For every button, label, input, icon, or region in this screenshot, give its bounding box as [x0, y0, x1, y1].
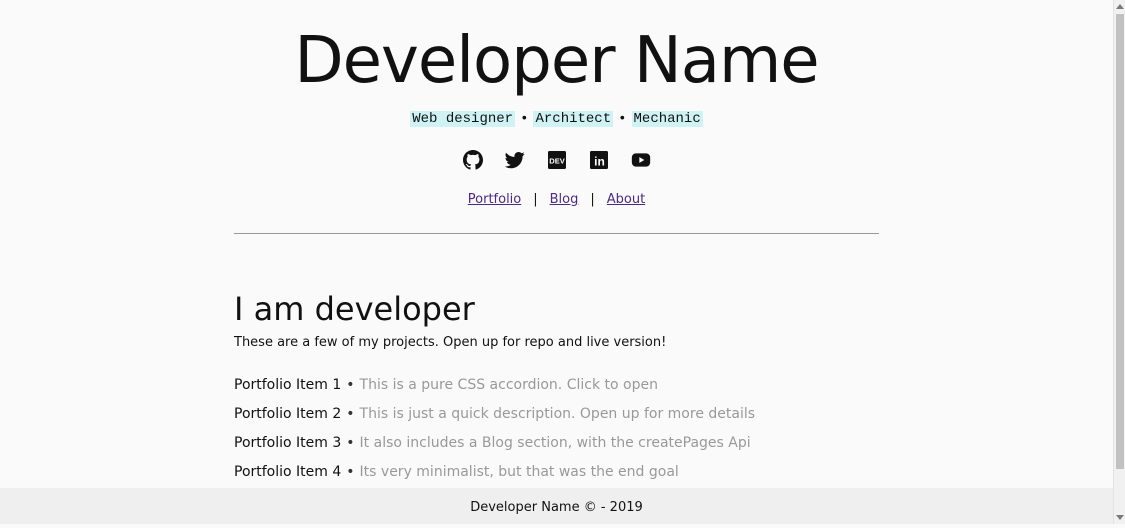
role-architect: Architect — [533, 111, 614, 127]
portfolio-item-name: Portfolio Item 2 — [234, 406, 342, 422]
section-title: I am developer — [234, 290, 475, 328]
portfolio-item-description: It also includes a Blog section, with th… — [359, 435, 751, 451]
dev-icon[interactable]: DEV — [547, 150, 567, 170]
nav-link-portfolio[interactable]: Portfolio — [468, 192, 521, 207]
svg-text:DEV: DEV — [549, 157, 564, 166]
role-separator: • — [618, 111, 627, 127]
site-footer: Developer Name © - 2019 — [0, 488, 1113, 524]
role-list: Web designer • Architect • Mechanic — [234, 110, 879, 128]
social-links: DEV in — [234, 150, 879, 172]
scrollbar-thumb[interactable] — [1116, 14, 1124, 469]
item-separator: • — [346, 464, 355, 480]
scroll-down-icon[interactable] — [1116, 515, 1124, 520]
site-title: Developer Name — [294, 24, 819, 98]
nav-separator: | — [590, 192, 595, 207]
scroll-up-icon[interactable] — [1116, 4, 1124, 9]
nav-link-blog[interactable]: Blog — [550, 192, 579, 207]
item-separator: • — [346, 377, 355, 393]
footer-text: Developer Name © - 2019 — [470, 500, 643, 515]
portfolio-item-name: Portfolio Item 4 — [234, 464, 342, 480]
linkedin-icon[interactable]: in — [589, 150, 609, 170]
portfolio-list: Portfolio Item 1 • This is a pure CSS acco… — [234, 376, 879, 492]
twitter-icon[interactable] — [504, 150, 525, 170]
role-separator: • — [520, 111, 529, 127]
nav-link-about[interactable]: About — [607, 192, 645, 207]
content-container: Developer Name Web designer • Architect • Me… — [234, 0, 879, 480]
portfolio-item-description: Its very minimalist, but that was the en… — [359, 464, 679, 480]
portfolio-item[interactable]: Portfolio Item 3 • It also includes a Blog… — [234, 434, 879, 463]
portfolio-item[interactable]: Portfolio Item 1 • This is a pure CSS acco… — [234, 376, 879, 405]
header-divider — [234, 233, 879, 234]
page: Developer Name Web designer • Architect • Me… — [0, 0, 1113, 524]
intro-text: These are a few of my projects. Open up … — [234, 335, 667, 350]
nav-separator: | — [533, 192, 538, 207]
vertical-scrollbar[interactable] — [1113, 0, 1125, 524]
svg-text:in: in — [594, 155, 605, 169]
item-separator: • — [346, 435, 355, 451]
role-web-designer: Web designer — [410, 111, 516, 127]
github-icon[interactable] — [462, 150, 483, 170]
main-nav: Portfolio | Blog | About — [234, 192, 879, 207]
main-content: I am developer These are a few of my pro… — [234, 290, 879, 492]
portfolio-item-name: Portfolio Item 1 — [234, 377, 342, 393]
site-header: Developer Name Web designer • Architect • Me… — [234, 0, 879, 207]
youtube-icon[interactable] — [631, 150, 651, 170]
portfolio-item[interactable]: Portfolio Item 2 • This is just a quick de… — [234, 405, 879, 434]
portfolio-item-description: This is just a quick description. Open u… — [359, 406, 756, 422]
item-separator: • — [346, 406, 355, 422]
portfolio-item-description: This is a pure CSS accordion. Click to o… — [359, 377, 658, 393]
role-mechanic: Mechanic — [631, 111, 703, 127]
portfolio-item-name: Portfolio Item 3 — [234, 435, 342, 451]
